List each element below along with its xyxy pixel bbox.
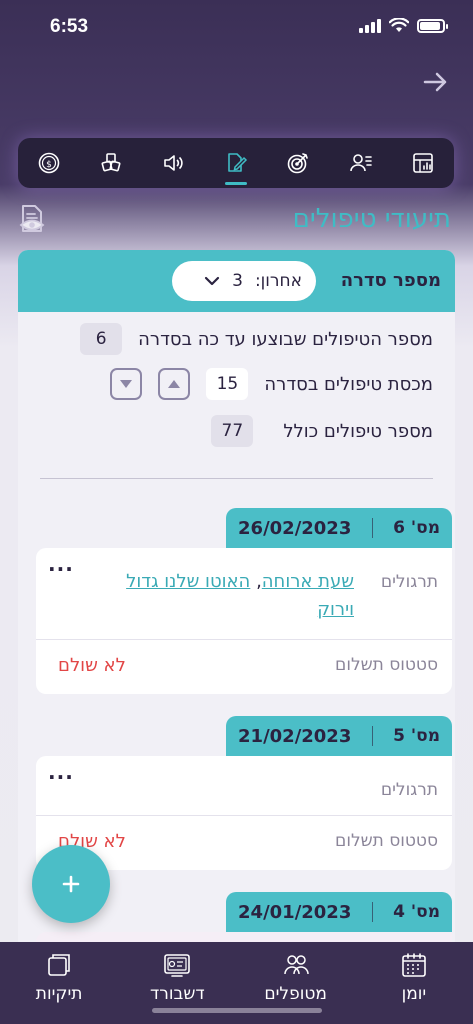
nav-calendar[interactable]: יומן	[359, 952, 469, 1004]
series-select-value: 3	[232, 271, 243, 291]
session-exercises-row: ... תרגולים שעת ארוחה, האוטו שלנו גדול ו…	[36, 548, 452, 640]
session-number: מס' 6	[393, 518, 440, 538]
quota-input[interactable]: 15	[206, 368, 249, 400]
chart-board-icon	[413, 153, 433, 173]
more-options-button[interactable]: ...	[48, 552, 74, 576]
quota-increment-button[interactable]	[158, 368, 191, 400]
status-time: 6:53	[50, 16, 89, 37]
exercises-links: שעת ארוחה, האוטו שלנו גדול וירוק	[122, 568, 354, 624]
triangle-up-icon	[168, 380, 181, 388]
session-body: ... תרגולים סטטוס תשלום לא שולם	[36, 756, 452, 870]
nav-folders[interactable]: תיקיות	[4, 952, 114, 1004]
stat-quota-label: מכסת טיפולים בסדרה	[264, 373, 433, 395]
page-header: תיעודי טיפולים	[0, 200, 473, 240]
coin-icon: $	[38, 152, 60, 174]
payment-status[interactable]: לא שולם	[58, 655, 126, 676]
patient-icon-tabs: $	[18, 138, 454, 188]
battery-icon	[417, 18, 448, 33]
session-card: מס' 6 26/02/2023 ... תרגולים שעת ארוחה, …	[36, 508, 452, 698]
series-select[interactable]: אחרון: 3	[172, 261, 316, 301]
stat-total-row: מספר טיפולים כולל 77	[211, 414, 433, 448]
payment-label: סטטוס תשלום	[335, 831, 438, 851]
stat-total-label: מספר טיפולים כולל	[283, 420, 433, 442]
back-arrow-icon[interactable]	[421, 70, 451, 100]
wifi-icon	[389, 18, 409, 32]
exercises-label: תרגולים	[380, 780, 438, 800]
session-number: מס' 5	[393, 726, 440, 746]
triangle-down-icon	[120, 380, 133, 388]
documentation-card: מספר סדרה אחרון: 3 מספר הטיפולים שבוצעו …	[18, 250, 455, 950]
series-label: מספר סדרה	[340, 270, 441, 291]
session-card: מס' 5 21/02/2023 ... תרגולים סטטוס תשלום…	[36, 716, 452, 876]
folders-icon	[48, 954, 70, 976]
session-date: 24/01/2023	[238, 901, 352, 923]
stat-quota-row: מכסת טיפולים בסדרה 15	[110, 367, 433, 401]
stat-done-row: מספר הטיפולים שבוצעו עד כה בסדרה 6	[80, 322, 433, 356]
session-body: ... תרגולים שעת ארוחה, האוטו שלנו גדול ו…	[36, 548, 452, 694]
tab-patient-details[interactable]	[341, 143, 381, 183]
payment-label: סטטוס תשלום	[335, 655, 438, 675]
signal-icon	[359, 18, 381, 33]
home-indicator	[152, 1008, 322, 1013]
add-treatment-button[interactable]	[32, 845, 110, 923]
status-bar: 6:53	[0, 0, 473, 54]
exercises-label: תרגולים	[380, 572, 438, 592]
tab-statistics[interactable]	[403, 143, 443, 183]
more-options-button[interactable]: ...	[48, 760, 74, 784]
stat-total-value: 77	[211, 415, 254, 447]
tab-payments[interactable]: $	[29, 143, 69, 183]
session-payment-row: סטטוס תשלום לא שולם	[36, 640, 452, 694]
nav-label: דשבורד	[150, 984, 205, 1004]
session-separator	[371, 902, 373, 922]
quota-decrement-button[interactable]	[110, 368, 143, 400]
session-tab: מס' 6 26/02/2023	[226, 508, 452, 548]
nav-label: תיקיות	[35, 984, 83, 1004]
patients-icon	[283, 955, 309, 975]
stat-done-value: 6	[80, 323, 123, 355]
nav-patients[interactable]: מטופלים	[241, 952, 351, 1004]
tab-goals[interactable]	[278, 143, 318, 183]
session-exercises-row: ... תרגולים	[36, 756, 452, 816]
document-preview-icon[interactable]	[18, 204, 46, 234]
session-tab: מס' 4 24/01/2023	[226, 892, 452, 932]
series-select-prefix: אחרון:	[254, 271, 302, 291]
page-title: תיעודי טיפולים	[292, 204, 451, 234]
nav-dashboard[interactable]: דשבורד	[122, 952, 232, 1004]
user-list-icon	[349, 154, 372, 172]
exercise-link[interactable]: שעת ארוחה	[262, 571, 354, 592]
stat-done-label: מספר הטיפולים שבוצעו עד כה בסדרה	[138, 328, 433, 350]
nav-label: מטופלים	[264, 984, 327, 1004]
session-tab: מס' 5 21/02/2023	[226, 716, 452, 756]
divider	[40, 478, 433, 479]
tab-audio[interactable]	[154, 143, 194, 183]
calendar-icon	[402, 953, 426, 977]
status-icons	[359, 18, 448, 33]
tab-documentation[interactable]	[216, 143, 256, 185]
session-date: 21/02/2023	[238, 725, 352, 747]
blocks-icon	[101, 153, 121, 172]
tab-games[interactable]	[91, 143, 131, 183]
speaker-icon	[163, 155, 183, 171]
chevron-down-icon	[205, 276, 220, 286]
session-date: 26/02/2023	[238, 517, 352, 539]
edit-document-icon	[228, 153, 248, 172]
session-separator	[371, 518, 373, 538]
svg-text:$: $	[46, 160, 52, 170]
series-header: מספר סדרה אחרון: 3	[18, 250, 455, 312]
plus-icon	[62, 875, 80, 893]
target-icon	[287, 153, 309, 174]
session-separator	[371, 726, 373, 746]
dashboard-icon	[164, 954, 191, 977]
nav-label: יומן	[401, 984, 427, 1004]
session-number: מס' 4	[393, 902, 440, 922]
